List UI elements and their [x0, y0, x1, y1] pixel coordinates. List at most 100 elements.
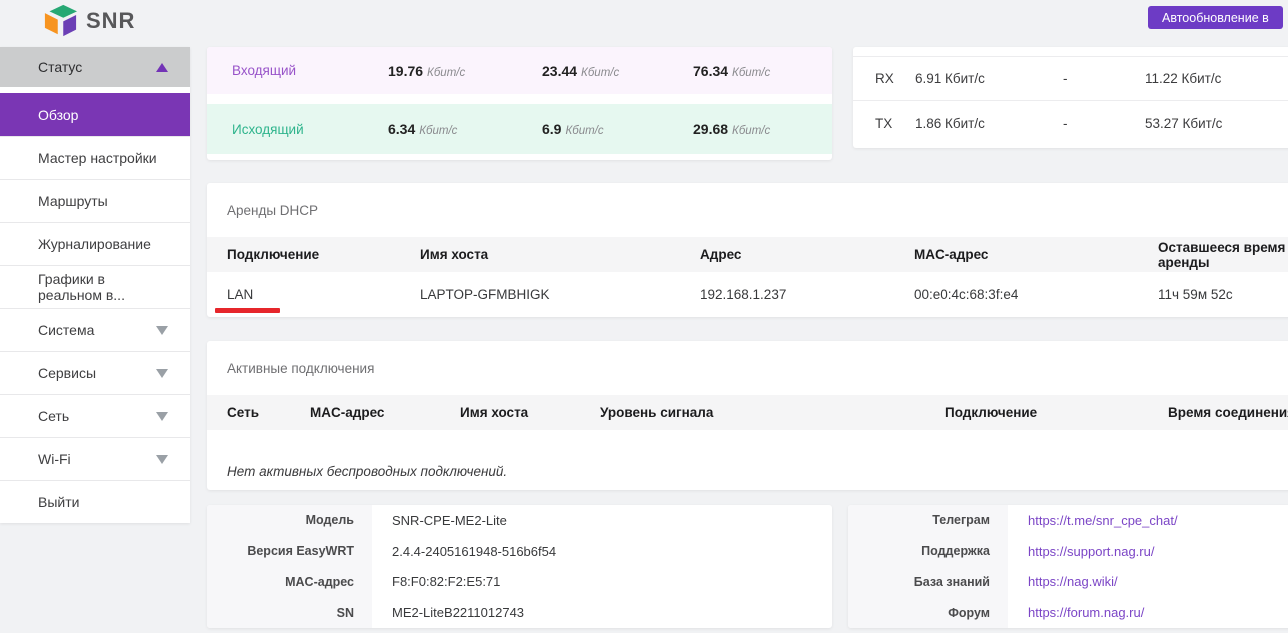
dhcp-card-title: Аренды DHCP — [207, 183, 1288, 237]
connections-card-title: Активные подключения — [207, 341, 1288, 395]
snr-logo-icon — [44, 4, 77, 37]
tx-value-1: 1.86 Кбит/с — [915, 116, 1063, 131]
conn-header-uptime: Время соединения — [1168, 405, 1288, 420]
traffic-value: 6.34 — [388, 121, 415, 137]
traffic-value: 76.34 — [693, 63, 728, 79]
link-label-telegram: Телеграм — [848, 505, 1008, 536]
link-row-support: Поддержка https://support.nag.ru/ — [848, 536, 1288, 567]
traffic-value: 29.68 — [693, 121, 728, 137]
rx-value-1: 6.91 Кбит/с — [915, 71, 1063, 86]
traffic-unit: Кбит/с — [581, 67, 619, 79]
connections-table-header: Сеть MAC-адрес Имя хоста Уровень сигнала… — [207, 395, 1288, 430]
dhcp-cell-mac: 00:e0:4c:68:3f:e4 — [914, 287, 1158, 302]
conn-header-hostname: Имя хоста — [460, 405, 600, 420]
sidebar-group-wifi-label: Wi-Fi — [38, 451, 71, 467]
traffic-unit: Кбит/с — [565, 125, 603, 137]
connections-empty-message: Нет активных беспроводных подключений. — [207, 430, 1288, 479]
link-row-kb: База знаний https://nag.wiki/ — [848, 567, 1288, 598]
tx-value-3: 53.27 Кбит/с — [1145, 116, 1288, 131]
conn-header-network: Сеть — [227, 405, 310, 420]
device-value-sn: ME2-LiteB2211012743 — [372, 597, 832, 628]
dhcp-header-address: Адрес — [700, 247, 914, 262]
sidebar-group-status[interactable]: Статус — [0, 47, 190, 87]
dhcp-header-mac: MAC-адрес — [914, 247, 1158, 262]
conn-header-connection: Подключение — [945, 405, 1168, 420]
chevron-down-icon — [156, 412, 168, 421]
dhcp-cell-lease: 11ч 59м 52с — [1158, 287, 1288, 302]
traffic-card: Входящий 19.76Кбит/с 23.44Кбит/с 76.34Кб… — [207, 47, 832, 160]
device-row-model: Модель SNR-CPE-ME2-Lite — [207, 505, 832, 536]
dhcp-cell-hostname: LAPTOP-GFMBHIGK — [420, 287, 700, 302]
knowledge-base-link[interactable]: https://nag.wiki/ — [1028, 574, 1118, 589]
telegram-link[interactable]: https://t.me/snr_cpe_chat/ — [1028, 513, 1178, 528]
interface-stats-card-top — [853, 47, 1288, 57]
tx-row: TX 1.86 Кбит/с - 53.27 Кбит/с — [853, 101, 1288, 145]
dhcp-leases-card: Аренды DHCP Подключение Имя хоста Адрес … — [207, 183, 1288, 317]
support-links-card: Телеграм https://t.me/snr_cpe_chat/ Подд… — [848, 505, 1288, 628]
logo-text: SNR — [86, 8, 135, 34]
sidebar-group-system-label: Система — [38, 322, 94, 338]
sidebar-group-network[interactable]: Сеть — [0, 394, 190, 437]
dhcp-header-hostname: Имя хоста — [420, 247, 700, 262]
sidebar-group-status-label: Статус — [38, 59, 82, 75]
sidebar-group-services[interactable]: Сервисы — [0, 351, 190, 394]
traffic-outgoing-label: Исходящий — [232, 122, 388, 137]
device-row-mac: MAC-адрес F8:F0:82:F2:E5:71 — [207, 567, 832, 598]
dhcp-table-header: Подключение Имя хоста Адрес MAC-адрес Ос… — [207, 237, 1288, 272]
traffic-row-incoming: Входящий 19.76Кбит/с 23.44Кбит/с 76.34Кб… — [207, 47, 832, 94]
device-row-sn: SN ME2-LiteB2211012743 — [207, 597, 832, 628]
sidebar-group-system[interactable]: Система — [0, 308, 190, 351]
chevron-down-icon — [156, 455, 168, 464]
sidebar-item-realtime-graphs-label: Графики в реальном в... — [38, 271, 168, 303]
rx-label: RX — [875, 71, 915, 86]
sidebar-item-setup-wizard-label: Мастер настройки — [38, 150, 157, 166]
device-label-firmware: Версия EasyWRT — [207, 536, 372, 567]
traffic-row-outgoing: Исходящий 6.34Кбит/с 6.9Кбит/с 29.68Кбит… — [207, 104, 832, 154]
traffic-incoming-label: Входящий — [232, 63, 388, 78]
device-label-model: Модель — [207, 505, 372, 536]
rx-row: RX 6.91 Кбит/с - 11.22 Кбит/с — [853, 57, 1288, 101]
sidebar-item-logout-label: Выйти — [38, 494, 79, 510]
interface-stats-card: RX 6.91 Кбит/с - 11.22 Кбит/с TX 1.86 Кб… — [853, 47, 1288, 148]
sidebar-item-setup-wizard[interactable]: Мастер настройки — [0, 136, 190, 179]
autoupdate-button[interactable]: Автообновление в — [1148, 6, 1283, 29]
sidebar-group-network-label: Сеть — [38, 408, 69, 424]
active-connections-card: Активные подключения Сеть MAC-адрес Имя … — [207, 341, 1288, 490]
sidebar-group-wifi[interactable]: Wi-Fi — [0, 437, 190, 480]
snr-logo: SNR — [44, 4, 135, 37]
sidebar-item-logging[interactable]: Журналирование — [0, 222, 190, 265]
rx-value-2: - — [1063, 71, 1145, 86]
conn-header-signal: Уровень сигнала — [600, 405, 945, 420]
sidebar-item-routes[interactable]: Маршруты — [0, 179, 190, 222]
chevron-down-icon — [156, 326, 168, 335]
rx-value-3: 11.22 Кбит/с — [1145, 71, 1288, 86]
sidebar-item-routes-label: Маршруты — [38, 193, 108, 209]
sidebar-item-overview[interactable]: Обзор — [0, 93, 190, 136]
chevron-up-icon — [156, 63, 168, 72]
sidebar-item-logout[interactable]: Выйти — [0, 480, 190, 523]
forum-link[interactable]: https://forum.nag.ru/ — [1028, 605, 1144, 620]
dhcp-header-connection: Подключение — [227, 247, 420, 262]
traffic-unit: Кбит/с — [732, 67, 770, 79]
traffic-value: 23.44 — [542, 63, 577, 79]
device-label-sn: SN — [207, 597, 372, 628]
dhcp-cell-connection: LAN — [227, 287, 420, 302]
sidebar: Статус Обзор Мастер настройки Маршруты Ж… — [0, 47, 190, 523]
link-label-forum: Форум — [848, 597, 1008, 628]
device-value-firmware: 2.4.4-2405161948-516b6f54 — [372, 536, 832, 567]
device-label-mac: MAC-адрес — [207, 567, 372, 598]
chevron-down-icon — [156, 369, 168, 378]
traffic-unit: Кбит/с — [732, 125, 770, 137]
dhcp-table-row: LAN LAPTOP-GFMBHIGK 192.168.1.237 00:e0:… — [207, 272, 1288, 317]
link-label-support: Поддержка — [848, 536, 1008, 567]
link-row-telegram: Телеграм https://t.me/snr_cpe_chat/ — [848, 505, 1288, 536]
tx-label: TX — [875, 116, 915, 131]
lan-annotation-underline — [215, 308, 280, 313]
dhcp-header-lease-time: Оставшееся время аренды — [1158, 240, 1288, 270]
sidebar-item-realtime-graphs[interactable]: Графики в реальном в... — [0, 265, 190, 308]
conn-header-mac: MAC-адрес — [310, 405, 460, 420]
sidebar-group-services-label: Сервисы — [38, 365, 96, 381]
traffic-unit: Кбит/с — [427, 67, 465, 79]
tx-value-2: - — [1063, 116, 1145, 131]
support-link[interactable]: https://support.nag.ru/ — [1028, 544, 1154, 559]
